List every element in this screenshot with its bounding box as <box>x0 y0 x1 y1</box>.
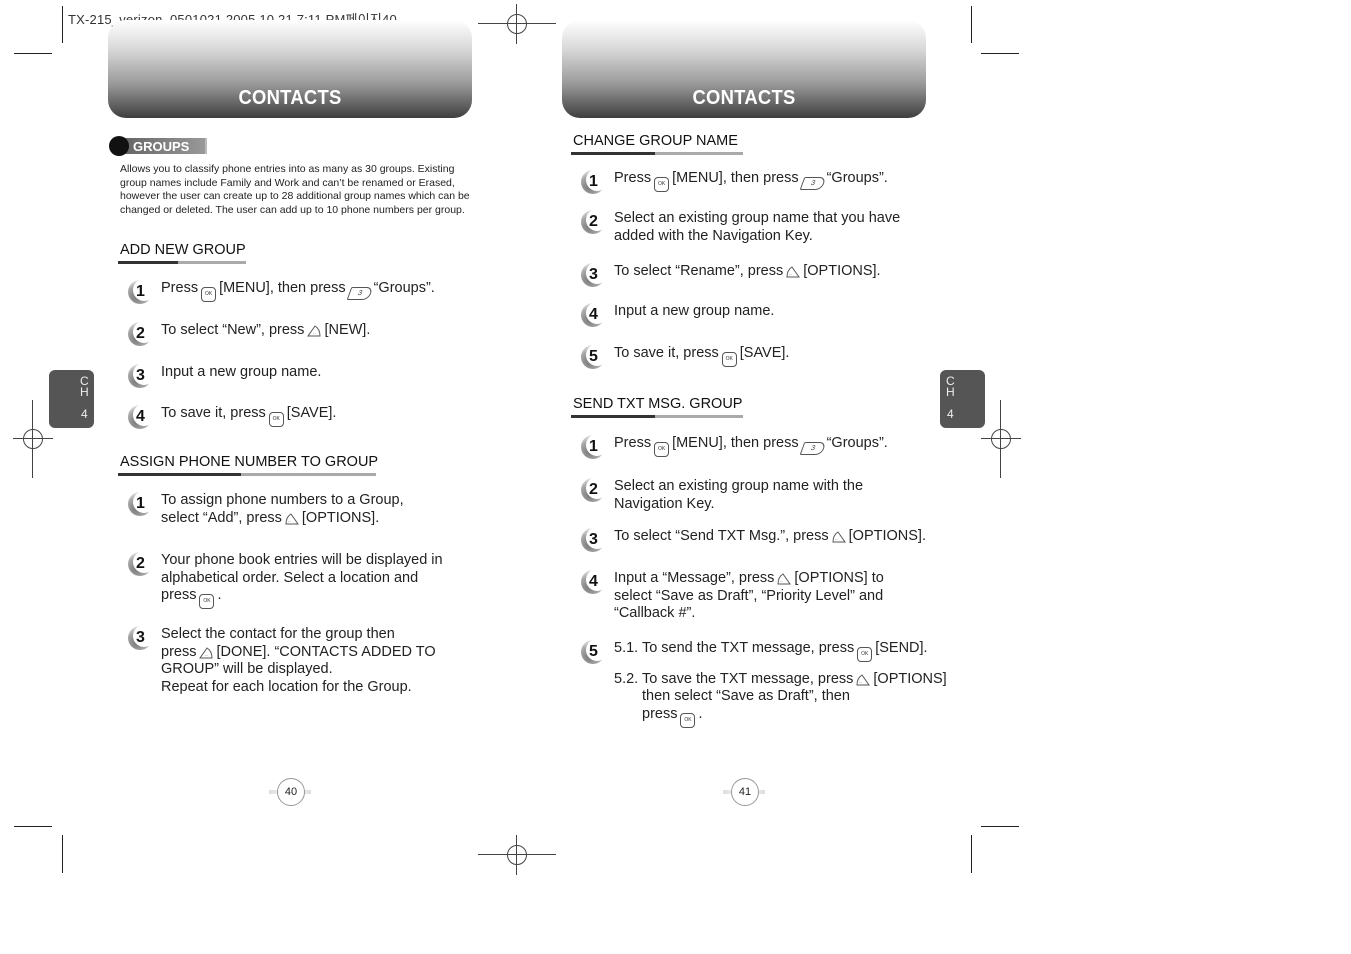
step-number-badge: 3 <box>581 262 608 287</box>
svg-text:..: .. <box>288 518 291 524</box>
registration-mark <box>478 835 556 875</box>
step-number-badge: 2 <box>581 209 608 234</box>
crop-mark <box>62 835 63 873</box>
step-number-badge: 1 <box>128 491 155 516</box>
ok-key-icon: OK <box>201 287 217 302</box>
registration-mark <box>13 400 53 478</box>
step-number-badge: 4 <box>128 404 155 429</box>
step-number-badge: 5 <box>581 344 608 369</box>
page-number: 41 <box>731 778 759 806</box>
registration-mark <box>981 400 1021 478</box>
step-number-badge: 1 <box>128 279 155 304</box>
banner-title: CONTACTS <box>238 87 342 109</box>
right-soft-key-icon: .. <box>786 265 801 278</box>
section-heading: ASSIGN PHONE NUMBER TO GROUP <box>120 454 379 470</box>
crop-mark <box>62 6 63 43</box>
step-number-badge: 2 <box>581 477 608 502</box>
ok-key-icon: OK <box>654 442 670 457</box>
crop-mark <box>971 6 972 43</box>
crop-mark <box>971 835 972 873</box>
step-number-badge: 1 <box>581 434 608 459</box>
crop-mark <box>981 53 1019 54</box>
section-underline <box>571 152 743 155</box>
ok-key-icon: OK <box>199 594 215 609</box>
right-soft-key-icon: .. <box>832 530 846 543</box>
step-number-badge: 4 <box>581 569 608 594</box>
step-number-badge: 3 <box>128 625 155 650</box>
left-soft-key-icon: .. <box>307 324 321 337</box>
ok-key-icon: OK <box>857 647 873 662</box>
section-heading: CHANGE GROUP NAME <box>573 133 738 149</box>
intro-paragraph: Allows you to classify phone entries int… <box>120 163 470 216</box>
right-soft-key-icon: .. <box>285 512 299 525</box>
3-key-icon: 3 <box>799 177 826 190</box>
right-soft-key-icon: .. <box>856 673 871 686</box>
3-key-icon: 3 <box>346 287 373 300</box>
bullet-icon <box>109 136 129 156</box>
section-underline <box>571 415 743 418</box>
ok-key-icon: OK <box>268 412 284 427</box>
section-underline <box>118 261 246 264</box>
step-number-badge: 2 <box>128 551 155 576</box>
svg-text:..: .. <box>835 536 838 542</box>
svg-text:..: .. <box>859 679 862 685</box>
left-soft-key-icon: .. <box>199 646 213 659</box>
step-number-badge: 1 <box>581 169 608 194</box>
svg-text:..: .. <box>313 330 316 336</box>
groups-badge-label: GROUPS <box>123 138 207 154</box>
banner-title: CONTACTS <box>692 87 796 109</box>
chapter-tab-letter: H <box>80 385 89 399</box>
ok-key-icon: OK <box>654 177 670 192</box>
step-number-badge: 3 <box>581 527 608 552</box>
banner-left: CONTACTS <box>108 20 472 118</box>
ok-key-icon: OK <box>680 712 696 728</box>
chapter-tab-left: C H 4 <box>49 370 94 428</box>
page-number: 40 <box>277 778 305 806</box>
svg-text:..: .. <box>205 652 208 658</box>
right-soft-key-icon: .. <box>777 572 792 585</box>
crop-mark <box>981 826 1019 827</box>
3-key-icon: 3 <box>799 442 826 455</box>
step-number-badge: 4 <box>581 302 608 327</box>
section-heading: SEND TXT MSG. GROUP <box>573 396 743 412</box>
step-number-badge: 2 <box>128 321 155 346</box>
banner-right: CONTACTS <box>562 20 926 118</box>
svg-text:..: .. <box>789 271 792 277</box>
chapter-tab-right: C H 4 <box>940 370 985 428</box>
ok-key-icon: OK <box>721 352 737 367</box>
svg-text:..: .. <box>780 578 783 584</box>
chapter-tab-letter: H <box>946 385 955 399</box>
registration-mark <box>478 4 556 44</box>
chapter-tab-number: 4 <box>947 407 954 421</box>
crop-mark <box>14 53 52 54</box>
chapter-tab-number: 4 <box>81 407 88 421</box>
step-number-badge: 5 <box>581 639 608 664</box>
crop-mark <box>14 826 52 827</box>
section-underline <box>118 473 376 476</box>
step-number-badge: 3 <box>128 363 155 388</box>
section-heading: ADD NEW GROUP <box>120 242 246 258</box>
